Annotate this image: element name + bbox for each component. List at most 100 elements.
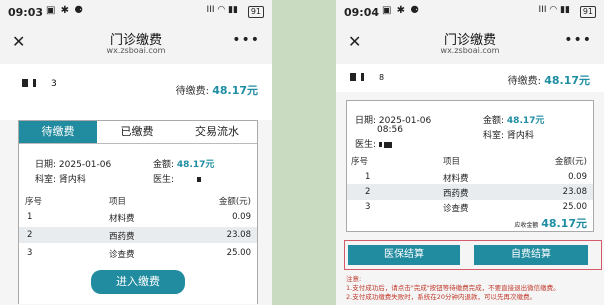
col-header-amount: 金额(元) xyxy=(554,157,587,167)
col-header-amount: 金额(元) xyxy=(218,197,251,207)
more-icon[interactable]: ••• xyxy=(564,32,592,48)
self-pay-settle-button[interactable]: 自费结算 xyxy=(474,245,588,265)
patient-row: 3 待缴费: 48.17元 xyxy=(0,64,272,120)
dept-value: 肾内科 xyxy=(506,131,534,141)
bill-date: 日期: 2025-01-06 xyxy=(35,157,111,170)
redacted-mark xyxy=(378,142,382,147)
pending-label: 待缴费: xyxy=(507,76,542,87)
col-header-item: 项目 xyxy=(443,157,461,167)
row-amount: 25.00 xyxy=(562,202,587,212)
redacted-mark xyxy=(196,177,201,182)
row-no: 1 xyxy=(27,212,33,222)
table-row: 3 诊查费 25.00 xyxy=(19,245,257,261)
dept-label: 科室: xyxy=(35,175,57,185)
status-bar: 09:03 ▣ ✱ ⚈ ⅠⅠⅠ ◠ ▮▮ 91 xyxy=(0,0,272,24)
amount-value: 48.17元 xyxy=(506,116,545,126)
insurance-settle-button[interactable]: 医保结算 xyxy=(348,245,460,265)
total-amount: 应收金额 48.17元 xyxy=(514,215,587,231)
pending-amount: 待缴费: 48.17元 xyxy=(508,72,590,88)
battery-icon: 91 xyxy=(247,6,264,18)
pay-button[interactable]: 进入缴费 xyxy=(91,270,185,294)
amount-value: 48.17元 xyxy=(176,160,215,170)
page-domain: wx.zsboai.com xyxy=(106,46,166,55)
dept-label: 科室: xyxy=(483,131,505,141)
notice-line-1: 1.支付成功后，请点击"完成"按钮等待缴费完成，不要直接退出微信缴费。 xyxy=(346,284,560,292)
bill-amount: 金额: 48.17元 xyxy=(153,157,214,170)
redacted-mark xyxy=(350,73,356,81)
pending-amount: 待缴费: 48.17元 xyxy=(176,82,258,98)
row-item: 诊查费 xyxy=(443,204,469,214)
status-time: 09:03 xyxy=(8,6,44,19)
bill-dept: 科室: 肾内科 xyxy=(35,172,86,185)
tab-paid[interactable]: 已缴费 xyxy=(97,121,177,143)
more-icon[interactable]: ••• xyxy=(232,32,260,48)
table-row: 2 西药费 23.08 xyxy=(19,227,257,243)
row-amount: 25.00 xyxy=(226,248,251,258)
row-amount: 23.08 xyxy=(226,230,251,240)
pending-label: 待缴费: xyxy=(175,86,210,97)
row-item: 材料费 xyxy=(109,214,135,224)
row-amount: 23.08 xyxy=(562,187,587,197)
battery-icon: 91 xyxy=(579,6,596,18)
redacted-mark xyxy=(383,141,392,148)
notification-icons: ▣ ✱ ⚈ xyxy=(46,5,85,16)
notification-icons: ▣ ✱ ⚈ xyxy=(382,5,421,16)
row-amount: 0.09 xyxy=(568,172,587,182)
bill-doctor: 医生: xyxy=(153,172,201,185)
amount-label: 金额: xyxy=(483,116,505,126)
row-amount: 0.09 xyxy=(232,212,251,222)
row-item: 材料费 xyxy=(443,174,469,184)
tab-transactions[interactable]: 交易流水 xyxy=(177,121,257,143)
doctor-label: 医生: xyxy=(153,175,175,185)
bill-amount: 金额: 48.17元 xyxy=(483,113,544,126)
row-item: 西药费 xyxy=(443,189,469,199)
bill-time: 08:56 xyxy=(377,125,403,135)
tab-pending[interactable]: 待缴费 xyxy=(19,121,97,143)
row-no: 2 xyxy=(365,187,371,197)
notice-title: 注意: xyxy=(346,275,362,283)
patient-name: 3 xyxy=(22,76,57,89)
phone-screen-left: 09:03 ▣ ✱ ⚈ ⅠⅠⅠ ◠ ▮▮ 91 ✕ 门诊缴费 wx.zsboai… xyxy=(0,0,272,305)
patient-name: 8 xyxy=(350,70,384,83)
col-header-item: 项目 xyxy=(109,197,127,207)
tab-bar: 待缴费 已缴费 交易流水 xyxy=(19,121,257,144)
date-label: 日期: xyxy=(355,116,377,126)
col-header-no: 序号 xyxy=(351,157,369,167)
status-bar: 09:04 ▣ ✱ ⚈ ⅠⅠⅠ ◠ ▮▮ 91 xyxy=(336,0,604,24)
row-no: 3 xyxy=(365,202,371,212)
date-value: 2025-01-06 xyxy=(58,160,112,170)
amount-label: 金额: xyxy=(153,160,175,170)
redacted-mark xyxy=(360,73,364,81)
phone-screen-right: 09:04 ▣ ✱ ⚈ ⅠⅠⅠ ◠ ▮▮ 91 ✕ 门诊缴费 wx.zsboai… xyxy=(336,0,604,305)
table-row: 3 诊查费 25.00 xyxy=(347,199,593,215)
row-no: 3 xyxy=(27,248,33,258)
redacted-mark xyxy=(22,79,28,87)
doctor-label: 医生: xyxy=(355,140,377,150)
notice-line-2: 2.支付成功缴费失败时，系统在20分钟内退款，可以先再次缴费。 xyxy=(346,293,536,301)
bill-dept: 科室: 肾内科 xyxy=(483,128,534,141)
dept-value: 肾内科 xyxy=(58,175,86,185)
bill-card: 待缴费 已缴费 交易流水 日期: 2025-01-06 金额: 48.17元 科… xyxy=(18,120,258,304)
nav-bar: ✕ 门诊缴费 wx.zsboai.com ••• xyxy=(336,24,604,65)
table-row: 2 西药费 23.08 xyxy=(347,184,593,200)
table-row: 1 材料费 0.09 xyxy=(19,209,257,225)
pending-value: 48.17元 xyxy=(212,84,258,97)
bill-card: 日期: 2025-01-06 08:56 金额: 48.17元 科室: 肾内科 … xyxy=(346,100,594,232)
payment-notice: 注意: 1.支付成功后，请点击"完成"按钮等待缴费完成，不要直接退出微信缴费。 … xyxy=(346,275,598,302)
row-item: 诊查费 xyxy=(109,250,135,260)
patient-suffix: 3 xyxy=(51,79,57,89)
signal-icon: ⅠⅠⅠ ◠ ▮▮ xyxy=(538,5,570,15)
total-value: 48.17元 xyxy=(541,217,587,230)
row-no: 1 xyxy=(365,172,371,182)
row-item: 西药费 xyxy=(109,232,135,242)
col-header-no: 序号 xyxy=(25,197,43,207)
bill-doctor: 医生: xyxy=(355,137,392,150)
patient-suffix: 8 xyxy=(379,73,385,82)
redacted-mark xyxy=(32,79,36,87)
row-no: 2 xyxy=(27,230,33,240)
signal-icon: ⅠⅠⅠ ◠ ▮▮ xyxy=(206,5,238,15)
nav-bar: ✕ 门诊缴费 wx.zsboai.com ••• xyxy=(0,24,272,65)
table-row: 1 材料费 0.09 xyxy=(347,169,593,185)
date-label: 日期: xyxy=(35,160,57,170)
total-label: 应收金额 xyxy=(514,222,539,229)
